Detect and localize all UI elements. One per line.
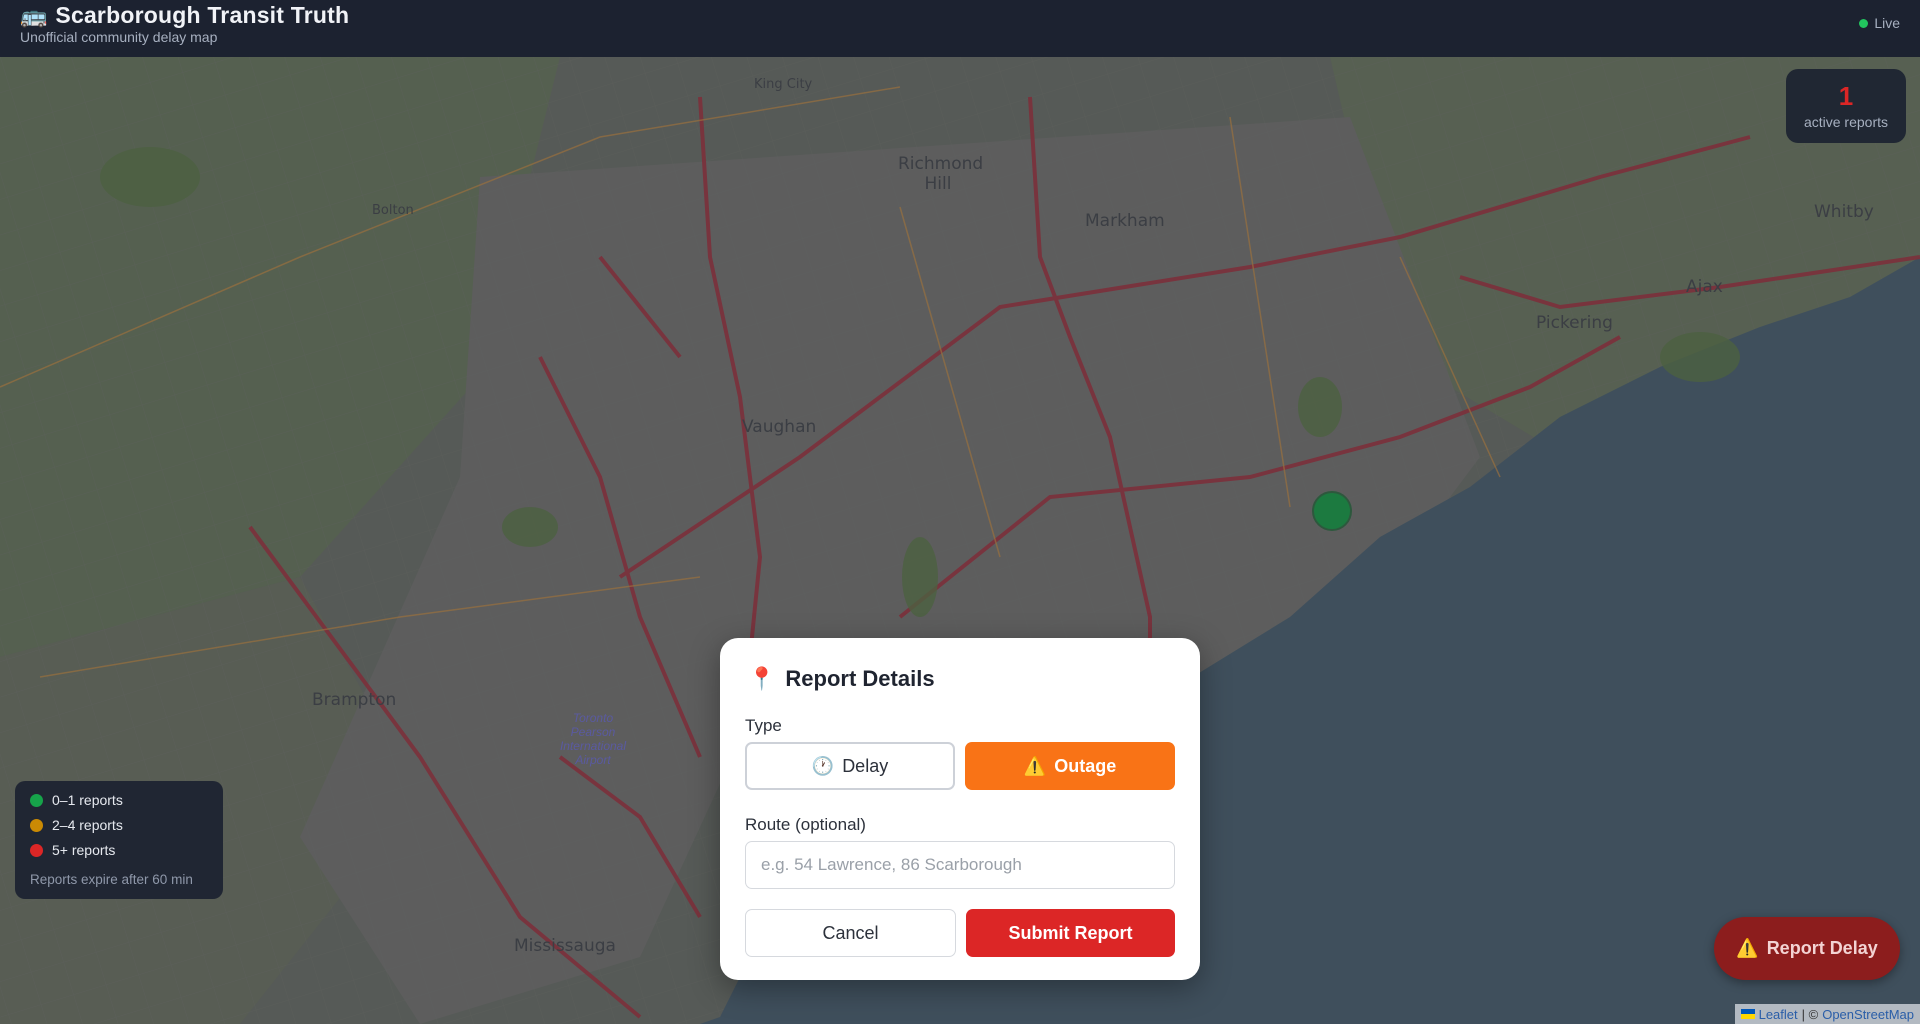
legend-item: 0–1 reports xyxy=(30,792,123,808)
warning-icon: ⚠️ xyxy=(1736,938,1759,958)
modal-title-text: Report Details xyxy=(785,666,935,691)
delay-type-button[interactable]: 🕐 Delay xyxy=(745,742,955,790)
green-dot-icon xyxy=(30,793,43,807)
app-subtitle: Unofficial community delay map xyxy=(20,29,218,45)
warning-icon: ⚠️ xyxy=(1023,755,1047,776)
outage-type-button[interactable]: ⚠️ Outage xyxy=(965,742,1175,790)
app-title: Scarborough Transit Truth xyxy=(55,2,350,28)
ukraine-flag-icon xyxy=(1740,1009,1755,1019)
city-label: Vaughan xyxy=(742,417,817,437)
live-label: Live xyxy=(1874,15,1900,31)
route-label: Route (optional) xyxy=(745,815,866,834)
legend-item-label: 5+ reports xyxy=(52,842,116,858)
red-dot-icon xyxy=(30,843,43,857)
live-status: Live xyxy=(1859,15,1900,31)
delay-label: Delay xyxy=(842,755,889,776)
city-label: Richmond Hill xyxy=(898,154,984,194)
city-label: Markham xyxy=(1085,211,1165,231)
outage-label: Outage xyxy=(1054,755,1117,776)
city-label: Mississauga xyxy=(514,936,616,956)
city-label: Bolton xyxy=(372,203,414,218)
map-attribution: Leaflet | © OpenStreetMap xyxy=(1734,1004,1920,1024)
legend-item: 2–4 reports xyxy=(30,817,123,833)
type-label: Type xyxy=(745,716,782,735)
map-legend: 0–1 reports 2–4 reports 5+ reports Repor… xyxy=(15,781,223,899)
report-delay-button[interactable]: ⚠️ Report Delay xyxy=(1714,917,1900,980)
submit-report-button[interactable]: Submit Report xyxy=(966,909,1175,957)
active-reports-label: active reports xyxy=(1803,114,1889,130)
report-details-modal: 📍 Report Details Type 🕐 Delay ⚠️ Outage … xyxy=(720,638,1200,980)
attribution-separator: | © xyxy=(1801,1006,1819,1022)
live-dot-icon xyxy=(1859,18,1869,28)
modal-title: 📍 Report Details xyxy=(748,666,935,692)
city-label: Ajax xyxy=(1686,277,1723,297)
city-label: Whitby xyxy=(1814,202,1874,222)
legend-note: Reports expire after 60 min xyxy=(30,872,193,887)
leaflet-link[interactable]: Leaflet xyxy=(1759,1007,1798,1022)
legend-item-label: 2–4 reports xyxy=(52,817,123,833)
city-label: Pickering xyxy=(1536,313,1613,333)
legend-item: 5+ reports xyxy=(30,842,115,858)
cancel-button[interactable]: Cancel xyxy=(745,909,956,957)
bus-icon: 🚌 xyxy=(20,2,48,28)
legend-item-label: 0–1 reports xyxy=(52,792,123,808)
airport-label: Toronto Pearson International Airport xyxy=(559,711,627,767)
report-delay-label: Report Delay xyxy=(1766,938,1878,958)
osm-link[interactable]: OpenStreetMap xyxy=(1822,1007,1914,1022)
yellow-dot-icon xyxy=(30,818,43,832)
app-header: 🚌 Scarborough Transit Truth Unofficial c… xyxy=(0,0,1920,57)
clock-icon: 🕐 xyxy=(811,755,835,776)
city-label: Brampton xyxy=(312,690,397,710)
active-reports-count: 1 xyxy=(1838,81,1854,111)
route-input[interactable] xyxy=(745,841,1175,889)
brand: 🚌 Scarborough Transit Truth xyxy=(20,2,349,29)
active-reports-counter: 1 active reports xyxy=(1786,69,1906,143)
city-label: King City xyxy=(754,77,813,92)
pin-icon: 📍 xyxy=(748,666,776,691)
